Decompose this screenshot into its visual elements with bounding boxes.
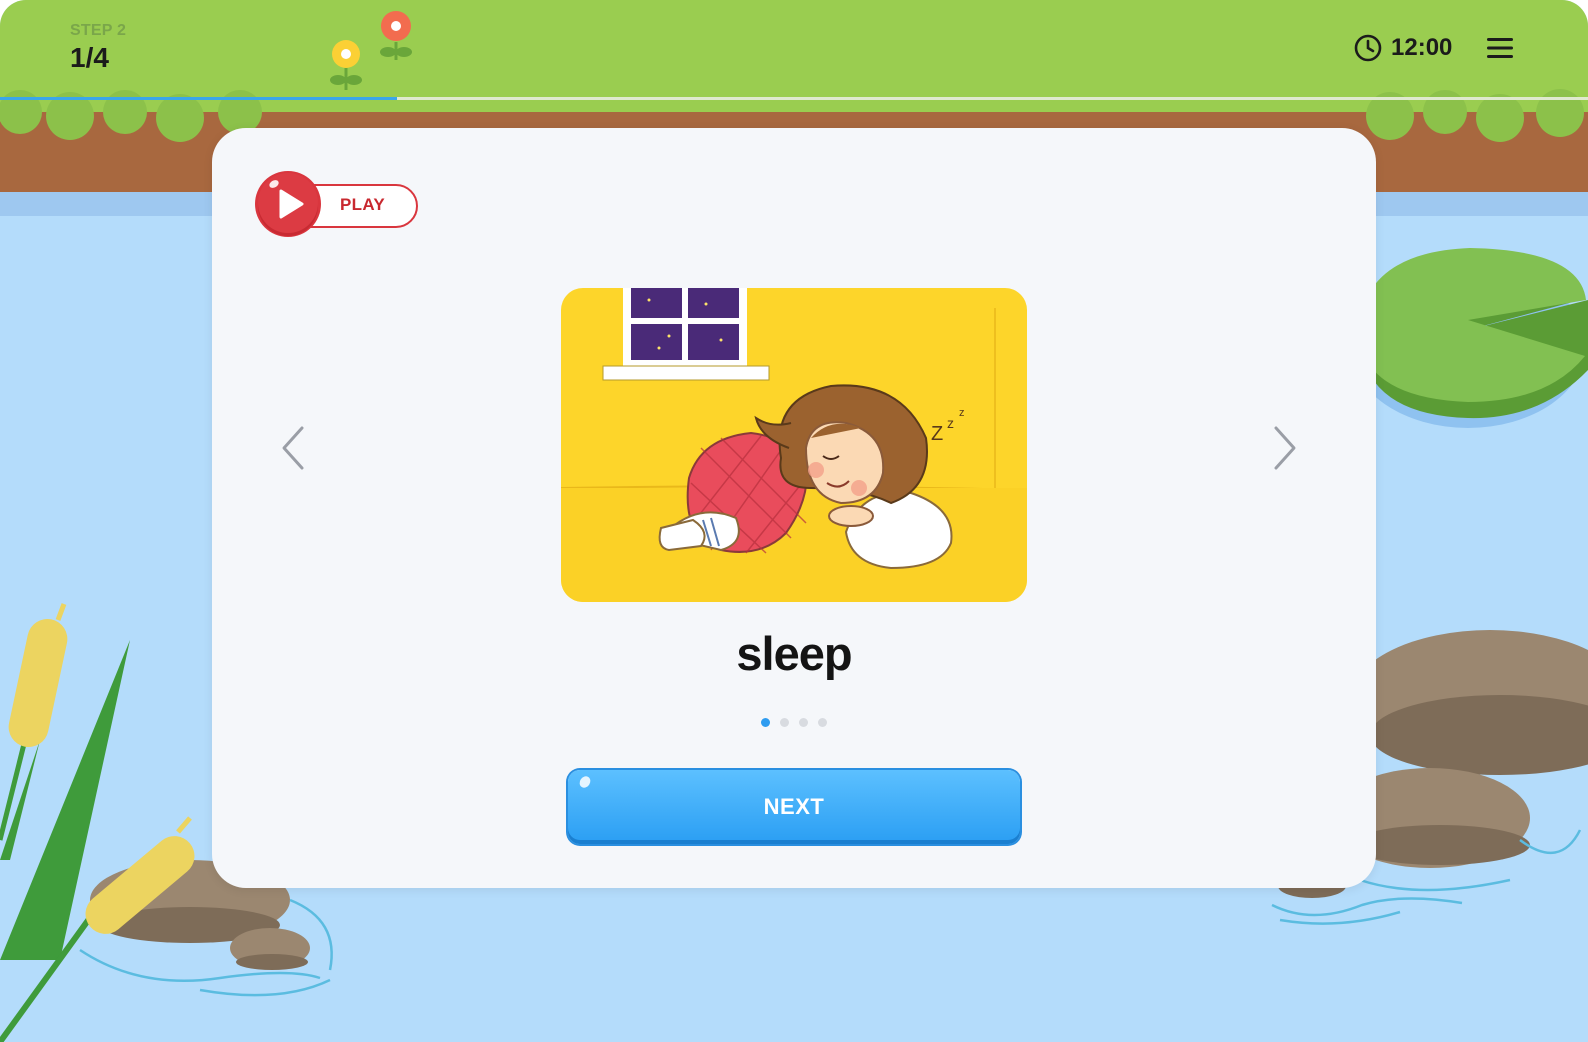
svg-text:z: z <box>947 415 954 431</box>
next-card-arrow[interactable] <box>1264 418 1304 478</box>
play-audio-button[interactable]: PLAY <box>254 170 418 238</box>
vocabulary-word: sleep <box>736 627 852 680</box>
chevron-right-icon <box>1274 426 1296 470</box>
step-progress: 1/4 <box>70 42 109 73</box>
play-icon <box>255 171 321 237</box>
sleeping-girl-illustration: Z z z <box>561 288 1027 602</box>
clock-icon <box>1354 34 1382 62</box>
button-gloss <box>577 774 593 790</box>
next-button[interactable]: NEXT <box>568 770 1020 844</box>
previous-card-button[interactable] <box>274 418 314 478</box>
pagination-dot[interactable] <box>799 718 808 727</box>
svg-text:z: z <box>959 407 965 419</box>
timer-text: 12:00 <box>1391 34 1453 61</box>
svg-text:Z: Z <box>931 423 943 445</box>
next-label: NEXT <box>763 794 825 819</box>
pagination-dot[interactable] <box>818 718 827 727</box>
pagination-dot[interactable] <box>761 718 770 727</box>
word-illustration: Z z z <box>561 288 1027 602</box>
pagination-dot[interactable] <box>780 718 789 727</box>
pagination-dots <box>212 718 1376 727</box>
flashcard: PLAY Z z z sleep NEXT <box>212 128 1376 888</box>
top-bar: STEP 2 1/4 12:00 <box>0 0 1588 98</box>
game-scene: STEP 2 1/4 12:00 PLAY Z z z sleep NEXT <box>0 0 1588 1042</box>
menu-button[interactable] <box>1486 34 1514 62</box>
play-label: PLAY <box>340 195 385 214</box>
hamburger-menu-icon <box>1487 38 1513 58</box>
step-label: STEP 2 <box>70 22 127 39</box>
timer: 12:00 <box>1354 33 1452 63</box>
chevron-left-icon <box>282 426 304 470</box>
